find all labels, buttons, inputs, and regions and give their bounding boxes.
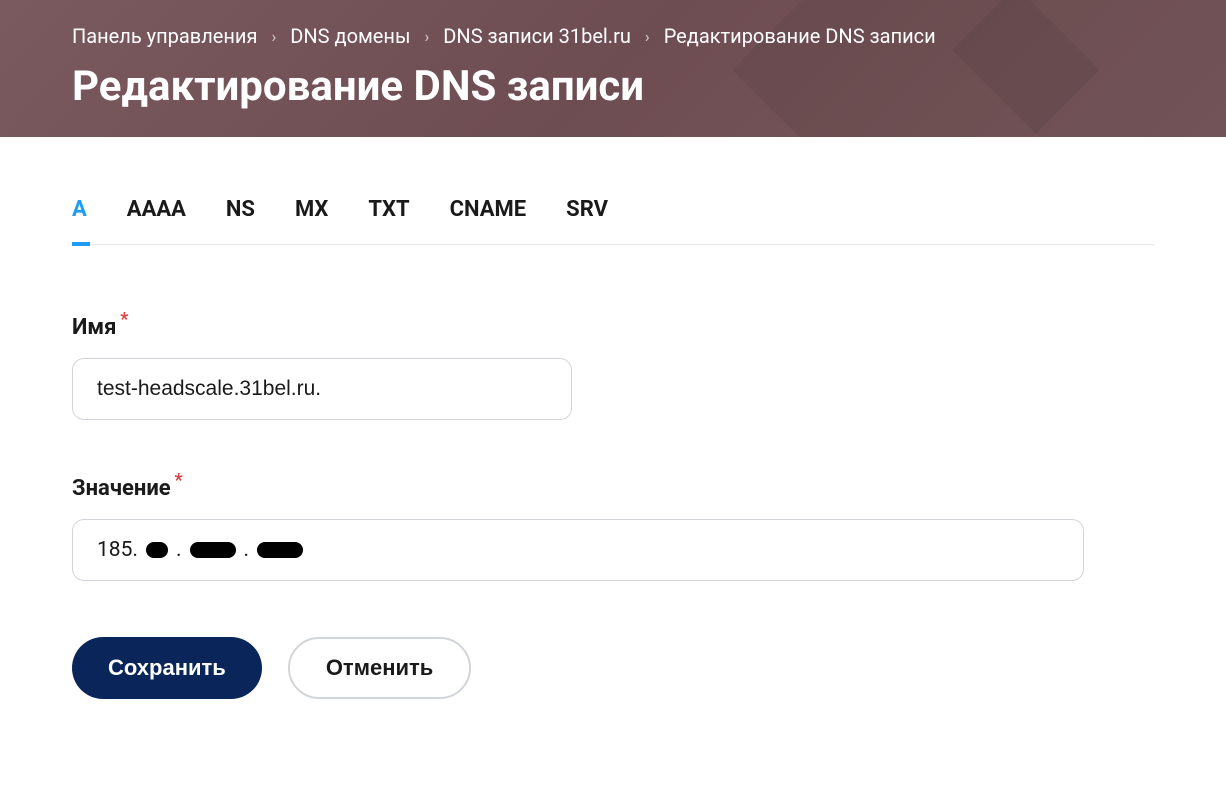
tab-a[interactable]: A xyxy=(72,197,87,222)
breadcrumb-item-dns-domains[interactable]: DNS домены xyxy=(290,24,410,48)
tab-mx[interactable]: MX xyxy=(295,197,328,222)
page-title: Редактирование DNS записи xyxy=(72,62,1154,111)
name-input[interactable] xyxy=(72,358,572,420)
required-asterisk: * xyxy=(120,309,128,330)
value-label: Значение * xyxy=(72,476,171,501)
redacted-block xyxy=(190,542,236,558)
redacted-block xyxy=(146,542,168,558)
breadcrumb-item-current: Редактирование DNS записи xyxy=(664,24,936,48)
chevron-right-icon: › xyxy=(645,27,650,46)
form-group-value: Значение * 185... xyxy=(72,476,1154,581)
tab-srv[interactable]: SRV xyxy=(566,197,608,222)
breadcrumb: Панель управления › DNS домены › DNS зап… xyxy=(72,24,1154,48)
tab-indicator xyxy=(72,242,90,246)
value-prefix: 185. xyxy=(97,538,138,562)
breadcrumb-item-panel[interactable]: Панель управления xyxy=(72,24,257,48)
ip-dot: . xyxy=(244,538,250,562)
value-input[interactable]: 185... xyxy=(72,519,1084,581)
page-header: Панель управления › DNS домены › DNS зап… xyxy=(0,0,1226,137)
chevron-right-icon: › xyxy=(271,27,276,46)
tab-cname[interactable]: CNAME xyxy=(450,197,527,222)
breadcrumb-item-dns-records[interactable]: DNS записи 31bel.ru xyxy=(443,24,631,48)
tab-aaaa[interactable]: AAAA xyxy=(127,197,186,222)
ip-dot: . xyxy=(176,538,182,562)
save-button[interactable]: Сохранить xyxy=(72,637,262,699)
tab-ns[interactable]: NS xyxy=(226,197,255,222)
required-asterisk: * xyxy=(174,470,182,491)
value-label-text: Значение xyxy=(72,476,171,501)
redacted-block xyxy=(257,542,303,558)
dns-edit-form: Имя * Значение * 185... Сохранить Отмени… xyxy=(72,315,1154,699)
content: A AAAA NS MX TXT CNAME SRV Имя * Значени… xyxy=(0,137,1226,739)
record-type-tabs: A AAAA NS MX TXT CNAME SRV xyxy=(72,197,1154,245)
tab-txt[interactable]: TXT xyxy=(368,197,409,222)
name-label-text: Имя xyxy=(72,315,116,340)
cancel-button[interactable]: Отменить xyxy=(288,637,472,699)
form-group-name: Имя * xyxy=(72,315,1154,420)
form-actions: Сохранить Отменить xyxy=(72,637,1154,699)
name-label: Имя * xyxy=(72,315,116,340)
chevron-right-icon: › xyxy=(424,27,429,46)
